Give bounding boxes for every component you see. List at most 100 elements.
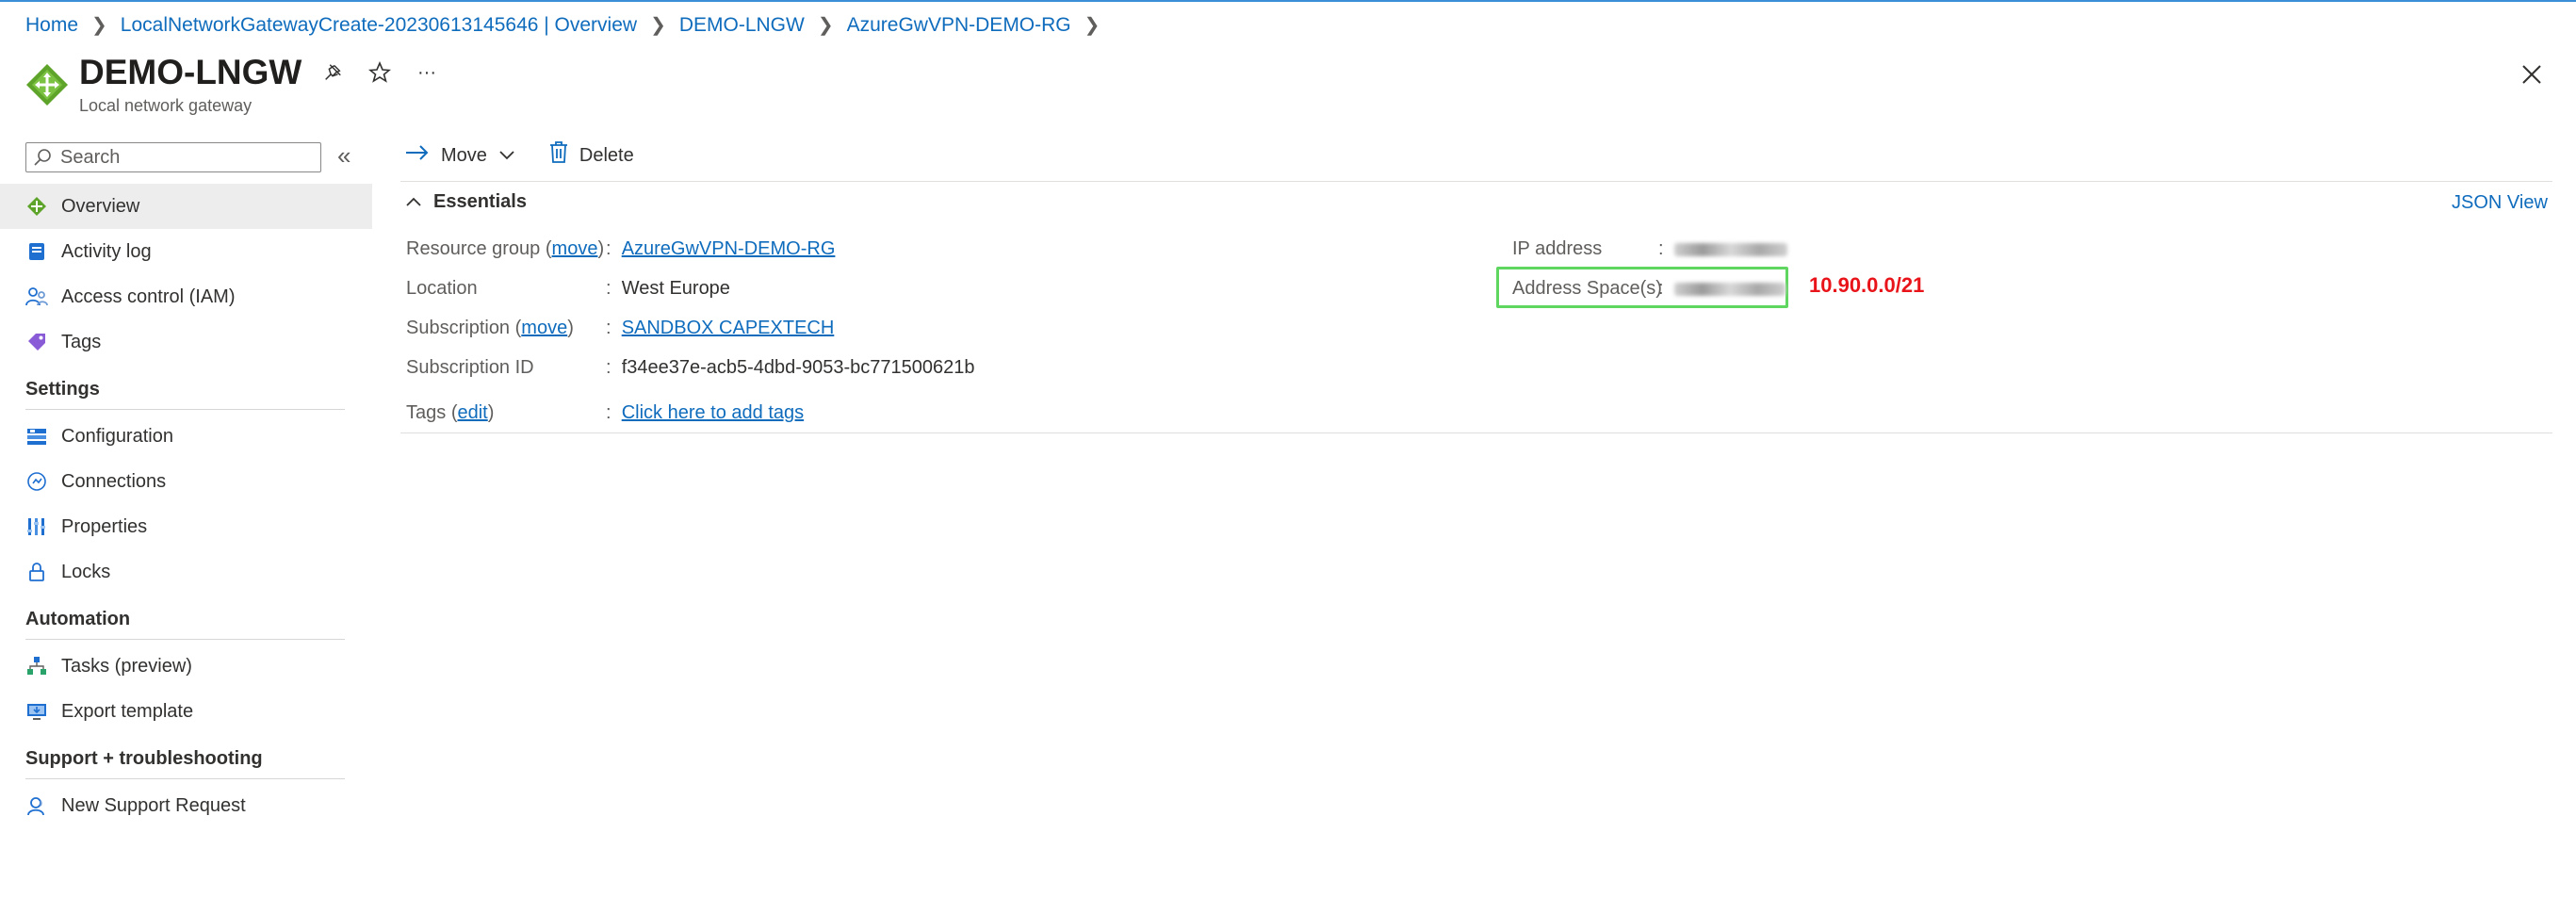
resource-group-value-row: : AzureGwVPN-DEMO-RG bbox=[606, 238, 836, 259]
trash-icon bbox=[549, 141, 568, 170]
breadcrumb-resource[interactable]: DEMO-LNGW bbox=[679, 14, 805, 37]
tags-edit-link[interactable]: edit bbox=[457, 402, 487, 423]
resource-group-link[interactable]: AzureGwVPN-DEMO-RG bbox=[622, 238, 836, 259]
sidebar-item-label: Properties bbox=[61, 515, 148, 537]
subscription-id-value: f34ee37e-acb5-4dbd-9053-bc771500621b bbox=[621, 357, 975, 378]
more-options-icon[interactable]: ··· bbox=[415, 60, 439, 85]
sidebar-item-activity-log[interactable]: Activity log bbox=[0, 229, 372, 274]
add-tags-link[interactable]: Click here to add tags bbox=[622, 402, 804, 423]
sidebar-item-label: Locks bbox=[61, 561, 111, 582]
collapse-sidebar-icon[interactable]: « bbox=[337, 141, 351, 171]
chevron-down-icon bbox=[498, 145, 515, 167]
arrow-right-icon bbox=[405, 143, 430, 168]
subscription-link[interactable]: SANDBOX CAPEXTECH bbox=[622, 318, 835, 338]
resource-group-label: Resource group bbox=[406, 238, 541, 259]
move-label: Move bbox=[441, 144, 487, 166]
subscription-id-row: Subscription ID bbox=[406, 357, 534, 379]
sidebar-item-label: Activity log bbox=[61, 240, 152, 262]
subscription-value-row: : SANDBOX CAPEXTECH bbox=[606, 318, 835, 338]
location-value-row: : West Europe bbox=[606, 278, 730, 299]
page-title: DEMO-LNGW bbox=[79, 53, 302, 91]
tags-row: Tags (edit) bbox=[406, 402, 495, 423]
sidebar-item-export-template[interactable]: Export template bbox=[0, 689, 372, 734]
top-accent-line bbox=[0, 0, 2576, 2]
address-space-row: Address Space(s) bbox=[1512, 278, 1662, 300]
breadcrumb: Home ❯ LocalNetworkGatewayCreate-2023061… bbox=[25, 13, 1113, 37]
gateway-icon bbox=[25, 195, 48, 218]
chevron-up-icon bbox=[405, 191, 422, 213]
sidebar-item-tags[interactable]: Tags bbox=[0, 319, 372, 365]
search-input[interactable]: Search bbox=[25, 142, 321, 172]
chevron-right-icon: ❯ bbox=[91, 15, 107, 36]
sidebar-item-label: Overview bbox=[61, 195, 140, 217]
address-space-label: Address Space(s) bbox=[1512, 278, 1662, 299]
pin-icon[interactable] bbox=[320, 60, 345, 85]
activity-log-icon bbox=[25, 240, 48, 263]
ip-address-row: IP address bbox=[1512, 238, 1602, 260]
properties-icon bbox=[25, 515, 48, 538]
delete-button[interactable]: Delete bbox=[549, 141, 634, 170]
search-placeholder: Search bbox=[60, 146, 121, 168]
sidebar-nav: Overview Activity log Access control (IA… bbox=[0, 184, 372, 828]
subscription-id-value-row: : f34ee37e-acb5-4dbd-9053-bc771500621b bbox=[606, 357, 975, 378]
annotation-address-space: 10.90.0.0/21 bbox=[1809, 273, 1925, 297]
sidebar-item-label: Access control (IAM) bbox=[61, 286, 236, 307]
connections-icon bbox=[25, 470, 48, 493]
sidebar-item-locks[interactable]: Locks bbox=[0, 549, 372, 595]
lock-icon bbox=[25, 561, 48, 583]
ip-address-value-row: : bbox=[1658, 238, 1787, 260]
support-request-icon bbox=[25, 794, 48, 817]
close-icon[interactable] bbox=[2516, 58, 2548, 90]
resource-group-move-link[interactable]: move bbox=[552, 238, 598, 259]
tasks-icon bbox=[25, 655, 48, 677]
configuration-icon bbox=[25, 425, 48, 448]
subscription-id-label: Subscription ID bbox=[406, 357, 534, 378]
delete-label: Delete bbox=[579, 144, 634, 166]
breadcrumb-resource-group[interactable]: AzureGwVPN-DEMO-RG bbox=[847, 14, 1071, 37]
sidebar-item-label: Connections bbox=[61, 470, 167, 492]
sidebar-item-connections[interactable]: Connections bbox=[0, 459, 372, 504]
sidebar-section-support: Support + troubleshooting bbox=[0, 734, 372, 783]
sidebar-item-label: New Support Request bbox=[61, 794, 246, 816]
page-subtitle: Local network gateway bbox=[79, 96, 253, 115]
essentials-toggle[interactable]: Essentials bbox=[405, 191, 527, 213]
sidebar-item-label: Tasks (preview) bbox=[61, 655, 192, 677]
sidebar-item-label: Configuration bbox=[61, 425, 173, 447]
essentials-title: Essentials bbox=[433, 191, 527, 212]
toolbar-divider bbox=[400, 181, 2552, 182]
breadcrumb-home[interactable]: Home bbox=[25, 14, 78, 37]
star-icon[interactable] bbox=[367, 60, 392, 85]
sidebar-item-label: Export template bbox=[61, 700, 194, 722]
chevron-right-icon: ❯ bbox=[1084, 15, 1101, 36]
sidebar-item-label: Tags bbox=[61, 331, 102, 352]
sidebar-item-new-support-request[interactable]: New Support Request bbox=[0, 783, 372, 828]
chevron-right-icon: ❯ bbox=[650, 15, 666, 36]
tags-value-row: : Click here to add tags bbox=[606, 402, 805, 423]
search-icon bbox=[30, 143, 55, 171]
location-row: Location bbox=[406, 278, 478, 300]
sidebar-item-tasks[interactable]: Tasks (preview) bbox=[0, 644, 372, 689]
location-value: West Europe bbox=[621, 278, 730, 299]
subscription-label: Subscription bbox=[406, 318, 511, 338]
breadcrumb-deployment[interactable]: LocalNetworkGatewayCreate-20230613145646… bbox=[121, 14, 637, 37]
sidebar-item-overview[interactable]: Overview bbox=[0, 184, 372, 229]
subscription-row: Subscription (move) bbox=[406, 318, 574, 338]
export-template-icon bbox=[25, 700, 48, 723]
json-view-link[interactable]: JSON View bbox=[2452, 192, 2548, 214]
ip-address-blurred-value bbox=[1673, 242, 1787, 256]
subscription-move-link[interactable]: move bbox=[521, 318, 567, 338]
tag-icon bbox=[25, 331, 48, 353]
ip-address-label: IP address bbox=[1512, 238, 1603, 259]
sidebar-section-settings: Settings bbox=[0, 365, 372, 414]
iam-icon bbox=[25, 286, 48, 308]
address-space-blurred-value bbox=[1673, 282, 1785, 296]
address-space-value-row: : bbox=[1658, 278, 1785, 300]
chevron-right-icon: ❯ bbox=[817, 15, 834, 36]
local-network-gateway-icon bbox=[24, 62, 70, 107]
sidebar-item-iam[interactable]: Access control (IAM) bbox=[0, 274, 372, 319]
move-button[interactable]: Move bbox=[405, 143, 515, 168]
command-bar: Move Delete bbox=[405, 141, 668, 170]
tags-label: Tags bbox=[406, 402, 447, 423]
sidebar-item-properties[interactable]: Properties bbox=[0, 504, 372, 549]
sidebar-item-configuration[interactable]: Configuration bbox=[0, 414, 372, 459]
